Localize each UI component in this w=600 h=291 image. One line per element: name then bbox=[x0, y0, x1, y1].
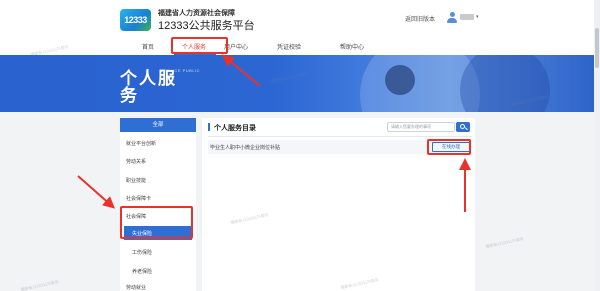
arrow-to-sidebar bbox=[77, 175, 115, 209]
page: 12333 福建省人力资源社会保障 12333公共服务平台 返回旧版本 ▾ 首页… bbox=[0, 0, 600, 291]
arrow-to-nav bbox=[221, 54, 261, 87]
scrollbar-thumb[interactable] bbox=[595, 28, 599, 68]
annotation-arrows bbox=[77, 54, 471, 212]
